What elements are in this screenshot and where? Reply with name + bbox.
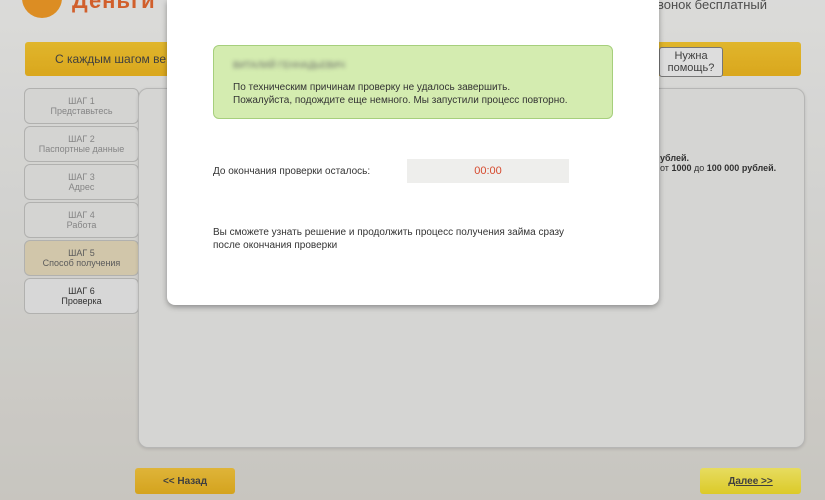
notice-text: По техническим причинам проверку не удал… [233,82,568,106]
customer-name: ВИТАЛИЙ ГЕННАДЬЕВИЧ [233,60,345,70]
timer-value: 00:00 [407,159,569,183]
timer-label: До окончания проверки осталось: [213,166,371,177]
notice-box: ВИТАЛИЙ ГЕННАДЬЕВИЧ По техническим причи… [213,45,613,119]
page: Деньги звонок бесплатный С каждым шагом … [0,0,825,500]
info-text: Вы сможете узнать решение и продолжить п… [213,227,564,251]
verification-modal: ВИТАЛИЙ ГЕННАДЬЕВИЧ По техническим причи… [167,0,659,305]
